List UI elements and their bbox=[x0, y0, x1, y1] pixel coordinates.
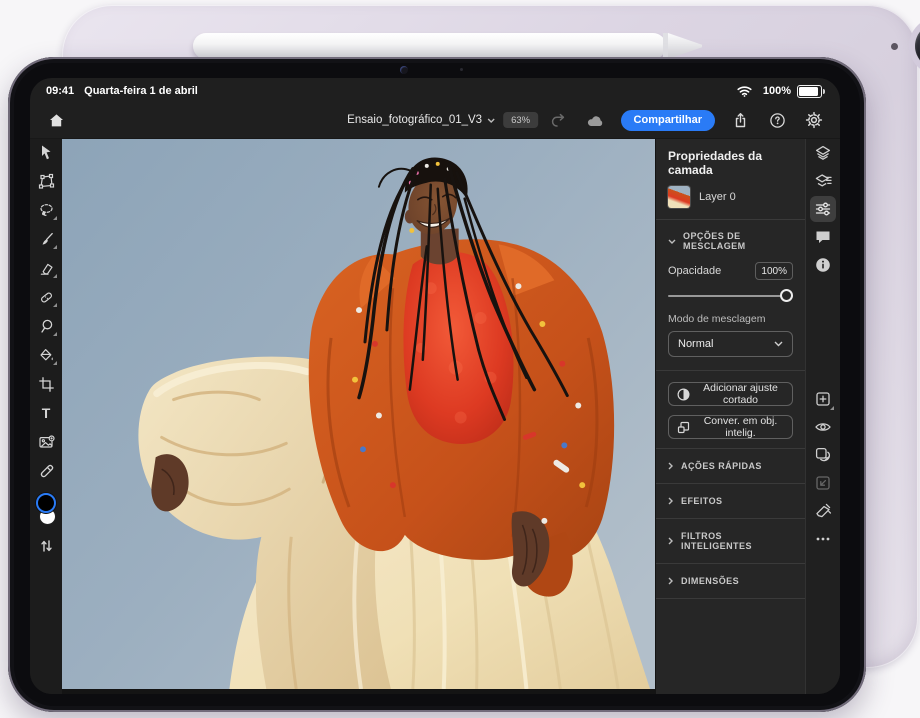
blend-mode-dropdown[interactable]: Normal bbox=[668, 331, 793, 357]
settings-gear-icon[interactable] bbox=[802, 108, 826, 132]
layer-name: Layer 0 bbox=[699, 191, 736, 203]
section-smart-filters[interactable]: FILTROS INTELIGENTES bbox=[656, 518, 805, 563]
export-icon[interactable] bbox=[728, 108, 752, 132]
color-wells[interactable] bbox=[34, 493, 58, 529]
panel-rail bbox=[805, 139, 840, 694]
cloud-sync-icon[interactable] bbox=[584, 108, 608, 132]
home-button[interactable] bbox=[44, 108, 68, 132]
help-button[interactable] bbox=[765, 108, 789, 132]
wifi-icon bbox=[733, 79, 757, 103]
blend-mode-value: Normal bbox=[678, 338, 713, 350]
adjustment-icon bbox=[677, 388, 690, 401]
status-bar: 09:41 Quarta-feira 1 de abril 100% bbox=[30, 78, 840, 102]
chevron-right-icon bbox=[668, 497, 673, 505]
screen: 09:41 Quarta-feira 1 de abril 100% bbox=[30, 78, 840, 694]
layer-thumbnail[interactable] bbox=[668, 186, 690, 208]
layer-filter-icon[interactable] bbox=[810, 168, 836, 194]
clip-mask-icon[interactable] bbox=[810, 498, 836, 524]
workspace: T bbox=[30, 139, 840, 694]
chevron-down-icon bbox=[774, 341, 783, 347]
layers-panel-icon[interactable] bbox=[810, 140, 836, 166]
battery-icon bbox=[797, 85, 822, 98]
layer-visibility-icon[interactable] bbox=[810, 414, 836, 440]
eraser-tool-icon[interactable] bbox=[34, 257, 58, 279]
status-time: 09:41 bbox=[46, 85, 74, 97]
add-clipped-adjustment-button[interactable]: Adicionar ajuste cortado bbox=[668, 382, 793, 406]
tool-bar: T bbox=[30, 139, 62, 694]
lasso-tool-icon[interactable] bbox=[34, 199, 58, 221]
share-button[interactable]: Compartilhar bbox=[621, 110, 715, 131]
front-camera-icon bbox=[400, 66, 408, 74]
apple-pencil bbox=[193, 33, 666, 59]
panel-title: Propriedades da camada bbox=[656, 139, 805, 186]
redo-button[interactable] bbox=[547, 108, 571, 132]
app-bar: Ensaio_fotográfico_01_V3 63% bbox=[30, 102, 840, 139]
foreground-color-well[interactable] bbox=[36, 493, 56, 513]
chevron-right-icon bbox=[668, 537, 673, 545]
info-panel-icon[interactable] bbox=[810, 252, 836, 278]
eyedropper-tool-icon[interactable] bbox=[34, 460, 58, 482]
layer-row[interactable]: Layer 0 bbox=[656, 186, 805, 219]
add-layer-icon[interactable] bbox=[810, 386, 836, 412]
chevron-right-icon bbox=[668, 462, 673, 470]
swap-colors-icon[interactable] bbox=[34, 535, 58, 557]
more-options-icon[interactable] bbox=[810, 526, 836, 552]
comments-panel-icon[interactable] bbox=[810, 224, 836, 250]
properties-panel-icon[interactable] bbox=[810, 196, 836, 222]
opacity-label: Opacidade bbox=[668, 265, 721, 277]
opacity-value-field[interactable]: 100% bbox=[755, 262, 793, 280]
battery-percent: 100% bbox=[763, 85, 791, 97]
dodge-burn-tool-icon[interactable] bbox=[34, 315, 58, 337]
front-ipad-device: 09:41 Quarta-feira 1 de abril 100% bbox=[8, 57, 866, 712]
rear-camera-lens bbox=[915, 23, 920, 69]
rear-mic-dot bbox=[891, 43, 898, 50]
document-title: Ensaio_fotográfico_01_V3 bbox=[347, 114, 482, 126]
document-canvas[interactable] bbox=[62, 139, 655, 689]
smart-object-icon bbox=[677, 421, 690, 434]
type-tool-icon[interactable]: T bbox=[34, 402, 58, 424]
zoom-level-badge[interactable]: 63% bbox=[503, 112, 538, 128]
layer-mask-hidden-icon[interactable] bbox=[810, 442, 836, 468]
canvas-area[interactable] bbox=[62, 139, 655, 694]
fill-tool-icon[interactable] bbox=[34, 344, 58, 366]
apple-pencil-seam bbox=[663, 33, 668, 59]
blend-options-header[interactable]: OPÇÕES DE MESCLAGEM bbox=[656, 220, 805, 260]
send-backward-icon[interactable] bbox=[810, 470, 836, 496]
layer-properties-panel: Propriedades da camada Layer 0 OPÇÕES DE… bbox=[655, 139, 805, 694]
blend-mode-label: Modo de mesclagem bbox=[656, 313, 805, 331]
crop-tool-icon[interactable] bbox=[34, 373, 58, 395]
section-quick-actions[interactable]: AÇÕES RÁPIDAS bbox=[656, 448, 805, 483]
brush-tool-icon[interactable] bbox=[34, 228, 58, 250]
healing-brush-tool-icon[interactable] bbox=[34, 286, 58, 308]
opacity-slider[interactable] bbox=[668, 289, 793, 302]
scene: 09:41 Quarta-feira 1 de abril 100% bbox=[0, 0, 920, 718]
section-effects[interactable]: EFEITOS bbox=[656, 483, 805, 518]
chevron-right-icon bbox=[668, 577, 673, 585]
document-title-group[interactable]: Ensaio_fotográfico_01_V3 63% bbox=[347, 102, 538, 138]
place-image-tool-icon[interactable] bbox=[34, 431, 58, 453]
opacity-slider-knob[interactable] bbox=[780, 289, 793, 302]
front-sensor-dot bbox=[460, 68, 463, 71]
convert-smart-object-button[interactable]: Conver. em obj. intelig. bbox=[668, 415, 793, 439]
transform-tool-icon[interactable] bbox=[34, 170, 58, 192]
chevron-down-icon bbox=[668, 239, 676, 244]
title-chevron-down-icon bbox=[487, 118, 495, 123]
move-tool-icon[interactable] bbox=[34, 141, 58, 163]
status-date: Quarta-feira 1 de abril bbox=[84, 85, 198, 97]
section-dimensions[interactable]: DIMENSÕES bbox=[656, 563, 805, 598]
